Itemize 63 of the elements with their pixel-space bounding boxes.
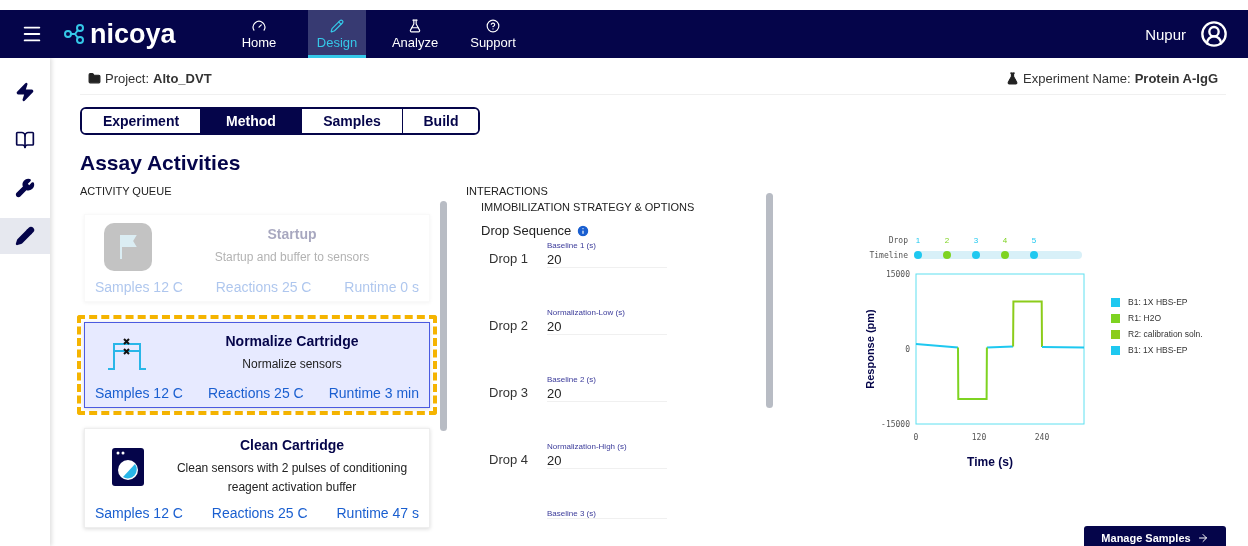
reactions-temp: Reactions 25 C xyxy=(211,505,308,522)
project-label: Project: xyxy=(105,70,150,86)
duration-field[interactable]: Normalization-Low (s) 20 xyxy=(547,308,667,335)
nav-tab[interactable]: Design xyxy=(308,10,366,58)
duration-field[interactable]: Baseline 1 (s) 20 xyxy=(547,241,667,268)
brand-name: nicoya xyxy=(90,18,176,50)
reactions-temp: Reactions 25 C xyxy=(215,279,312,295)
section-caption: ACTIVITY QUEUE xyxy=(80,185,173,197)
tab[interactable]: Method xyxy=(201,109,302,133)
tab[interactable]: Experiment xyxy=(82,109,201,133)
samples-temp: Samples 12 C xyxy=(95,505,183,522)
runtime: Runtime 3 min xyxy=(328,385,419,401)
activity-description: Startup and buffer to sensors xyxy=(213,249,371,267)
section-caption: INTERACTIONS xyxy=(466,185,549,197)
drop-label: Drop 2 xyxy=(489,318,529,333)
experiment-label: Experiment Name: xyxy=(1023,70,1131,86)
y-tick-label: 0 xyxy=(905,345,910,354)
user-name: Nupur xyxy=(1145,25,1186,43)
drop-number: 2 xyxy=(944,236,950,245)
runtime: Runtime 0 s xyxy=(344,279,419,295)
project-name: Alto_DVT xyxy=(153,70,212,86)
samples-temp: Samples 12 C xyxy=(95,385,183,401)
legend-label: R1: H2O xyxy=(1128,313,1162,323)
activity-card[interactable]: Clean Cartridge Clean sensors with 2 pulses of conditioning reagent activation buffer Samples 12 C Reactions 25 C Runtime 47 s xyxy=(84,428,430,529)
nav-tab[interactable]: Home xyxy=(230,10,288,58)
x-tick-label: 0 xyxy=(913,433,919,442)
legend-label: R2: calibration soln. xyxy=(1128,329,1203,339)
drop-number: 4 xyxy=(1002,236,1008,245)
y-tick-label: 15000 xyxy=(885,270,910,279)
activity-description: Normalize sensors xyxy=(241,356,343,374)
x-tick-label: 240 xyxy=(1034,433,1050,442)
activity-title: Clean Cartridge xyxy=(238,437,346,453)
drop-number: 3 xyxy=(973,236,979,245)
drop-label: Drop xyxy=(888,236,908,245)
duration-field[interactable]: Baseline 3 (s) xyxy=(547,509,667,519)
drop-sequence-label: Drop Sequence xyxy=(481,223,572,238)
duration-field[interactable]: Baseline 2 (s) 20 xyxy=(547,375,667,402)
activity-title: Normalize Cartridge xyxy=(224,333,360,350)
x-tick-label: 120 xyxy=(971,433,987,442)
drop-number: 5 xyxy=(1031,236,1037,245)
legend-label: B1: 1X HBS-EP xyxy=(1128,297,1188,307)
nav-tab[interactable]: Analyze xyxy=(386,10,444,58)
activity-description: Clean sensors with 2 pulses of conditioning reagent activation buffer xyxy=(175,460,409,497)
activity-card[interactable]: Normalize Cartridge Normalize sensors Samples 12 C Reactions 25 C Runtime 3 min xyxy=(84,322,430,408)
timeline-label: Timeline xyxy=(869,251,908,260)
runtime: Runtime 47 s xyxy=(336,505,419,522)
x-axis-title: Time (s) xyxy=(967,455,1013,469)
activity-title: Startup xyxy=(266,226,318,243)
drop-number: 1 xyxy=(915,236,921,245)
drop-label: Drop 4 xyxy=(489,452,529,467)
experiment-name: Protein A-IgG xyxy=(1134,70,1218,86)
manage-samples-button[interactable]: Manage Samples xyxy=(1084,526,1226,546)
reactions-temp: Reactions 25 C xyxy=(207,385,304,401)
samples-temp: Samples 12 C xyxy=(95,279,183,295)
section-subtitle: IMMOBILIZATION STRATEGY & OPTIONS xyxy=(481,201,695,213)
y-tick-label: -15000 xyxy=(881,420,910,429)
nav-tab[interactable]: Support xyxy=(464,10,522,58)
page-title: Assay Activities xyxy=(80,151,242,175)
duration-field[interactable]: Normalization-High (s) 20 xyxy=(547,442,667,469)
drop-label: Drop 3 xyxy=(489,385,529,400)
drop-label: Drop 1 xyxy=(489,251,529,266)
legend-label: B1: 1X HBS-EP xyxy=(1128,345,1188,355)
y-axis-title: Response (pm) xyxy=(864,309,876,389)
